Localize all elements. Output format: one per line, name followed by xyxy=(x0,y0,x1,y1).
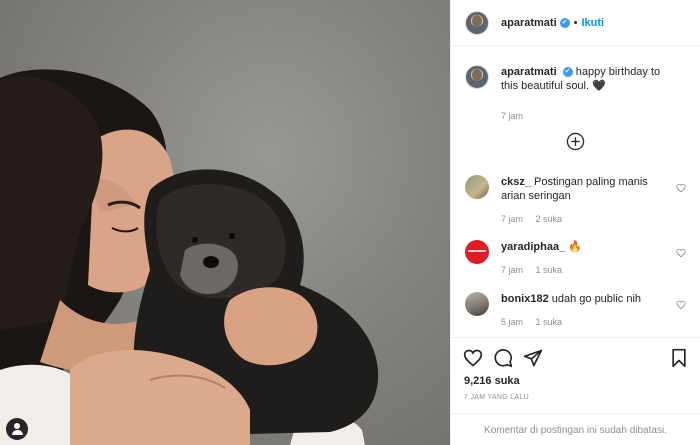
commenter-avatar[interactable] xyxy=(465,175,489,199)
post-header: aparatmati ✔ • Ikuti xyxy=(451,0,700,46)
comment-username[interactable]: bonix182 xyxy=(501,293,549,305)
comments-list[interactable]: aparatmati ✔ happy birthday to this beau… xyxy=(451,47,700,337)
bookmark-icon[interactable] xyxy=(670,348,688,368)
instagram-post-modal: aparatmati ✔ • Ikuti aparatmati ✔ happy … xyxy=(0,0,700,445)
post-timestamp[interactable]: 7 JAM YANG LALU xyxy=(464,394,529,401)
comment-likes[interactable]: 1 suka xyxy=(536,317,563,327)
comment-like-heart-icon[interactable] xyxy=(676,300,686,310)
comment-username[interactable]: yaradiphaa_ xyxy=(501,241,565,253)
tagged-user-icon[interactable] xyxy=(6,418,28,440)
heart-icon[interactable] xyxy=(463,348,483,368)
post-side-panel: aparatmati ✔ • Ikuti aparatmati ✔ happy … xyxy=(450,0,700,445)
follow-button[interactable]: Ikuti xyxy=(582,17,605,29)
comment-username[interactable]: cksz_ xyxy=(501,176,531,188)
author-username[interactable]: aparatmati xyxy=(501,17,557,29)
post-photo[interactable] xyxy=(0,0,450,445)
comment-text: udah go public nih xyxy=(551,293,642,305)
comment-time[interactable]: 7 jam xyxy=(501,265,523,275)
caption-author-avatar[interactable] xyxy=(465,65,489,89)
comment-likes[interactable]: 1 suka xyxy=(536,265,563,275)
comments-limited-notice: Komentar di postingan ini sudah dibatasi… xyxy=(451,413,700,445)
comment-row: bonix182 udah go public nih 5 jam 1 suka xyxy=(465,292,686,329)
comment-like-heart-icon[interactable] xyxy=(676,183,686,193)
verified-badge-icon: ✔ xyxy=(559,17,570,28)
comment-likes[interactable]: 2 suka xyxy=(536,214,563,224)
comment-time[interactable]: 7 jam xyxy=(501,214,523,224)
commenter-avatar[interactable] xyxy=(465,240,489,264)
comment-text: 🔥 xyxy=(568,241,582,253)
comment-like-heart-icon[interactable] xyxy=(676,248,686,258)
caption-row: aparatmati ✔ happy birthday to this beau… xyxy=(465,65,686,123)
caption-emoji: 🖤 xyxy=(592,80,606,92)
caption-username[interactable]: aparatmati xyxy=(501,66,557,78)
commenter-avatar[interactable] xyxy=(465,292,489,316)
likes-count[interactable]: 9,216 suka xyxy=(464,375,520,387)
comment-row: cksz_ Postingan paling manis arian serin… xyxy=(465,175,686,226)
author-avatar[interactable] xyxy=(465,10,489,35)
comment-icon[interactable] xyxy=(493,348,513,368)
verified-badge-icon: ✔ xyxy=(562,67,573,78)
plus-circle-icon[interactable] xyxy=(566,132,585,151)
share-icon[interactable] xyxy=(523,348,543,368)
separator-dot: • xyxy=(573,16,578,29)
comment-row: yaradiphaa_ 🔥 7 jam 1 suka xyxy=(465,240,686,277)
post-actions: 9,216 suka 7 JAM YANG LALU Komentar di p… xyxy=(451,337,700,445)
caption-time[interactable]: 7 jam xyxy=(501,111,523,121)
comment-time[interactable]: 5 jam xyxy=(501,317,523,327)
photo-illustration xyxy=(0,69,379,445)
